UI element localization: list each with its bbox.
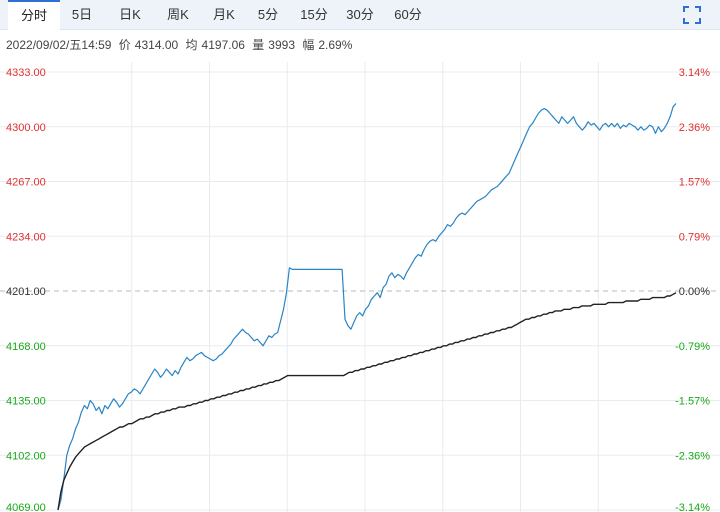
price-tick-label: 4234.00	[6, 231, 46, 243]
intraday-chart[interactable]: 4333.00 3.14% 4300.00 2.36% 4267.00 1.57% 4234…	[0, 0, 720, 512]
pct-tick-label: 0.79%	[679, 231, 710, 243]
price-line	[57, 103, 677, 511]
price-tick-label: 4102.00	[6, 450, 46, 462]
pct-tick-label: 1.57%	[679, 177, 710, 189]
pct-tick-label: 2.36%	[679, 122, 710, 134]
price-tick-label: 4168.00	[6, 341, 46, 353]
price-tick-label: 4333.00	[6, 67, 46, 79]
pct-tick-label: -3.14%	[675, 502, 710, 512]
price-tick-label: 4135.00	[6, 396, 46, 408]
avg-price-line	[57, 292, 677, 511]
price-tick-label: 4300.00	[6, 122, 46, 134]
price-tick-label: 4069.00	[6, 502, 46, 512]
pct-tick-label: -2.36%	[675, 450, 710, 462]
pct-tick-label: 3.14%	[679, 67, 710, 79]
pct-tick-label: 0.00%	[679, 286, 710, 298]
pct-tick-label: -0.79%	[675, 341, 710, 353]
price-tick-label: 4201.00	[6, 286, 46, 298]
price-tick-label: 4267.00	[6, 177, 46, 189]
pct-tick-label: -1.57%	[675, 396, 710, 408]
